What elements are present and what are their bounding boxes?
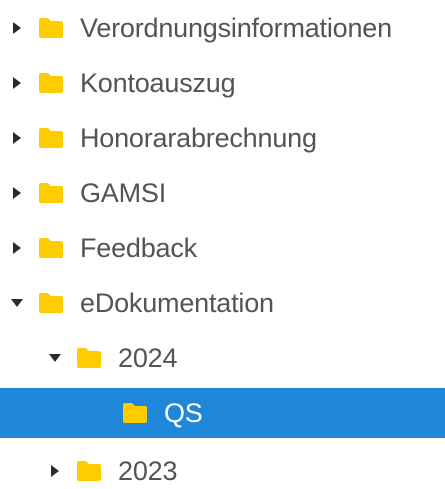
tree-item-label: 2023 — [118, 455, 178, 486]
folder-icon — [38, 72, 64, 94]
folder-icon — [38, 127, 64, 149]
caret-right-icon[interactable] — [10, 186, 24, 200]
folder-icon — [38, 237, 64, 259]
tree-item-kontoauszug[interactable]: Kontoauszug — [0, 58, 445, 108]
folder-icon — [38, 17, 64, 39]
caret-right-icon[interactable] — [10, 241, 24, 255]
folder-icon — [76, 460, 102, 482]
caret-right-icon[interactable] — [10, 21, 24, 35]
tree-item-label: QS — [164, 397, 203, 428]
tree-item-label: Honorarabrechnung — [80, 122, 317, 153]
folder-icon — [38, 182, 64, 204]
folder-icon — [122, 402, 148, 424]
tree-item-verordnungsinformationen[interactable]: Verordnungsinformationen — [0, 3, 445, 53]
caret-down-icon[interactable] — [48, 351, 62, 365]
folder-icon — [76, 347, 102, 369]
tree-item-2024[interactable]: 2024 — [0, 333, 445, 383]
tree-item-qs[interactable]: QS — [0, 388, 445, 438]
tree-item-2023[interactable]: 2023 — [0, 446, 445, 489]
tree-item-label: eDokumentation — [80, 287, 274, 318]
caret-right-icon[interactable] — [48, 464, 62, 478]
tree-item-label: 2024 — [118, 342, 178, 373]
tree-item-feedback[interactable]: Feedback — [0, 223, 445, 273]
folder-tree: Verordnungsinformationen Kontoauszug Hon… — [0, 0, 445, 489]
caret-right-icon[interactable] — [10, 131, 24, 145]
tree-item-label: Verordnungsinformationen — [80, 12, 392, 43]
tree-item-label: GAMSI — [80, 177, 167, 208]
tree-item-edokumentation[interactable]: eDokumentation — [0, 278, 445, 328]
tree-item-honorarabrechnung[interactable]: Honorarabrechnung — [0, 113, 445, 163]
tree-item-gamsi[interactable]: GAMSI — [0, 168, 445, 218]
folder-icon — [38, 292, 64, 314]
caret-down-icon[interactable] — [10, 296, 24, 310]
caret-right-icon[interactable] — [10, 76, 24, 90]
tree-item-label: Kontoauszug — [80, 67, 236, 98]
tree-item-label: Feedback — [80, 232, 197, 263]
